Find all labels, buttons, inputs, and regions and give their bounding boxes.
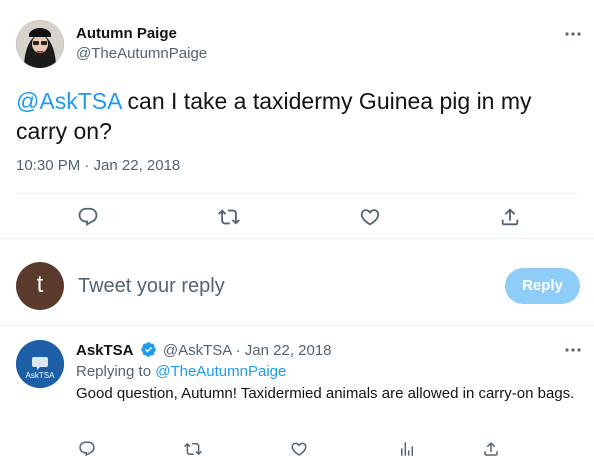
reply-button[interactable]: Reply — [505, 268, 580, 304]
tweet-text: @AskTSA can I take a taxidermy Guinea pi… — [16, 86, 576, 146]
replying-prefix: Replying to — [76, 363, 156, 380]
reply-author-name[interactable]: AskTSA — [76, 342, 134, 359]
main-tweet: Autumn Paige @TheAutumnPaige @AskTSA can… — [0, 0, 594, 238]
user-avatar[interactable]: t — [16, 262, 64, 310]
reply-icon[interactable] — [78, 440, 96, 458]
analytics-icon[interactable] — [398, 440, 416, 458]
more-options-icon[interactable] — [563, 24, 583, 44]
retweet-icon[interactable] — [184, 440, 202, 458]
author-handle[interactable]: @TheAutumnPaige — [76, 45, 207, 62]
author-name[interactable]: Autumn Paige — [76, 25, 177, 42]
reply-tweet: AskTSA AskTSA @AskTSA · Jan 22, 2018 Rep… — [0, 326, 594, 468]
reply-action-bar — [0, 432, 594, 468]
verified-badge-icon — [140, 341, 157, 358]
more-options-icon[interactable] — [563, 340, 583, 360]
retweet-icon[interactable] — [218, 206, 240, 228]
avatar-label: AskTSA — [26, 371, 56, 380]
replying-to-link[interactable]: @TheAutumnPaige — [155, 363, 286, 380]
reply-text: Good question, Autumn! Taxidermied anima… — [76, 385, 575, 402]
reply-author-handle[interactable]: @AskTSA — [163, 342, 232, 359]
heart-icon[interactable] — [359, 206, 381, 228]
tweet-action-bar — [0, 194, 594, 238]
reply-icon[interactable] — [77, 206, 99, 228]
heart-icon[interactable] — [290, 440, 308, 458]
mention-link[interactable]: @AskTSA — [16, 88, 121, 114]
author-avatar[interactable] — [16, 20, 64, 68]
reply-input[interactable] — [78, 272, 478, 300]
replying-to: Replying to @TheAutumnPaige — [76, 363, 286, 380]
reply-composer: t Reply — [0, 238, 594, 326]
asktsa-avatar[interactable]: AskTSA — [16, 340, 64, 388]
share-icon[interactable] — [499, 206, 521, 228]
tweet-timestamp[interactable]: 10:30 PM · Jan 22, 2018 — [16, 157, 180, 174]
share-icon[interactable] — [482, 440, 500, 458]
reply-header: AskTSA @AskTSA · Jan 22, 2018 — [76, 341, 332, 359]
reply-date[interactable]: · Jan 22, 2018 — [231, 342, 332, 359]
